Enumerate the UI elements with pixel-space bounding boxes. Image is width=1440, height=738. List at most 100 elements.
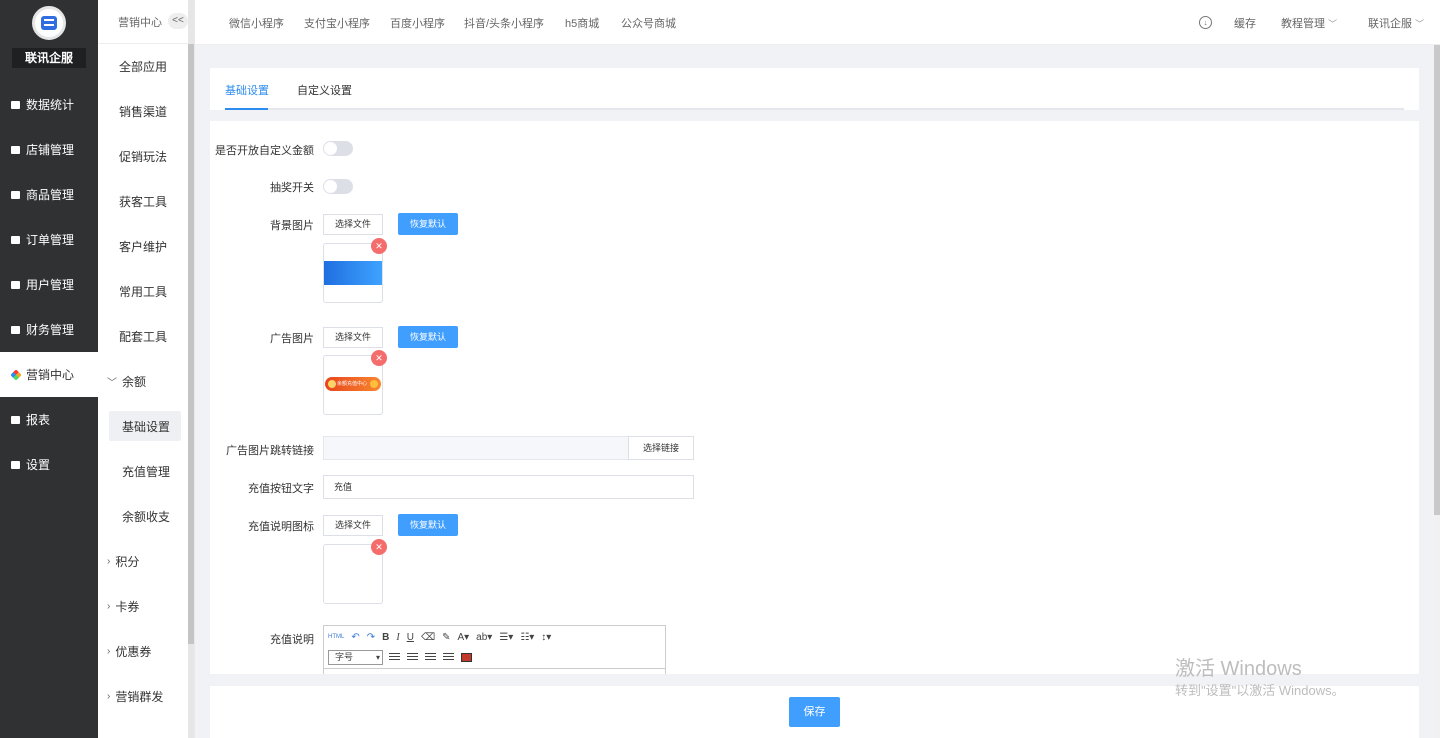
sidebar-item-label: 用户管理 (26, 278, 75, 292)
choose-link-button[interactable]: 选择链接 (628, 436, 694, 460)
unordered-list-icon[interactable]: ☷▾ (520, 632, 534, 643)
editor-divider (324, 668, 665, 669)
submenu-group-1[interactable]: › 卡券 (98, 584, 194, 629)
settings-tabs: 基础设置 自定义设置 (210, 68, 1419, 110)
sidebar-item-label: 财务管理 (26, 323, 75, 337)
lottery-switch[interactable] (323, 179, 353, 194)
font-color-icon[interactable]: A▾ (457, 632, 469, 643)
cache-button[interactable]: 缓存 (1234, 15, 1256, 31)
submenu-item-6[interactable]: 配套工具 (98, 314, 194, 359)
sidebar-item-2[interactable]: 商品管理 (0, 172, 98, 217)
ad-remove-icon[interactable]: ✕ (371, 350, 387, 366)
line-height-icon[interactable]: ↕▾ (541, 632, 551, 643)
logo-icon[interactable] (32, 6, 66, 40)
icon-choose-file-button[interactable]: 选择文件 (323, 515, 383, 536)
tab-h5-mall[interactable]: h5商城 (565, 15, 599, 31)
image-icon[interactable] (461, 652, 472, 662)
ad-link-input[interactable] (323, 436, 629, 460)
account-menu[interactable]: 联讯企服 ﹀ (1368, 15, 1424, 31)
chevron-down-icon: ﹀ (107, 378, 117, 389)
align-right-icon[interactable] (425, 652, 436, 662)
save-button[interactable]: 保存 (789, 697, 840, 727)
sidebar-item-4[interactable]: 用户管理 (0, 262, 98, 307)
recharge-icon-label: 充值说明图标 (248, 521, 314, 533)
recharge-button-text-input[interactable]: 充值 (323, 475, 694, 499)
sidebar-item-7[interactable]: 报表 (0, 397, 98, 442)
align-left-icon[interactable] (389, 652, 400, 662)
ad-restore-default-button[interactable]: 恢复默认 (398, 326, 458, 348)
icon-remove-icon[interactable]: ✕ (371, 539, 387, 555)
main-scrollbar[interactable] (1434, 45, 1440, 738)
eraser-icon[interactable]: ⌫ (421, 632, 435, 643)
bg-restore-default-button[interactable]: 恢复默认 (398, 213, 458, 235)
tutorial-menu[interactable]: 教程管理 ﹀ (1281, 15, 1337, 31)
submenu-child-2[interactable]: 余额收支 (98, 494, 194, 539)
align-justify-icon[interactable] (443, 652, 454, 662)
collapse-button[interactable]: << (168, 13, 188, 29)
rich-text-editor[interactable]: HTML ↶ ↷ B I U ⌫ ✎ A▾ ab▾ ☰▾ ☷▾ ↕▾ 字号 (323, 625, 666, 674)
italic-icon[interactable]: I (396, 632, 399, 643)
html-source-icon[interactable]: HTML (328, 634, 344, 640)
chevron-right-icon: › (107, 646, 111, 657)
submenu-group-3[interactable]: › 营销群发 (98, 674, 194, 719)
chevron-right-icon: › (107, 691, 111, 702)
tab-wechat-miniapp[interactable]: 微信小程序 (229, 15, 284, 31)
settings-icon (10, 459, 21, 470)
ordered-list-icon[interactable]: ☰▾ (499, 632, 513, 643)
submenu-item-2[interactable]: 促销玩法 (98, 134, 194, 179)
top-bar: 微信小程序 支付宝小程序 百度小程序 抖音/头条小程序 h5商城 公众号商城 ↓… (195, 0, 1440, 45)
submenu-item-4[interactable]: 客户维护 (98, 224, 194, 269)
tab-douyin-miniapp[interactable]: 抖音/头条小程序 (464, 15, 544, 31)
submenu-group-2[interactable]: › 优惠券 (98, 629, 194, 674)
ad-choose-file-button[interactable]: 选择文件 (323, 327, 383, 348)
submenu-child-0[interactable]: 基础设置 (109, 411, 181, 441)
editor-toolbar-row-2: 字号 (324, 647, 479, 667)
submenu-group-balance[interactable]: ﹀ 余额 (98, 359, 194, 404)
activation-watermark-subtitle: 转到"设置"以激活 Windows。 (1175, 683, 1345, 698)
sidebar-item-0[interactable]: 数据统计 (0, 82, 98, 127)
chart-icon (10, 99, 21, 110)
sidebar-item-3[interactable]: 订单管理 (0, 217, 98, 262)
tab-custom-settings[interactable]: 自定义设置 (297, 82, 352, 98)
tab-basic-settings[interactable]: 基础设置 (225, 82, 269, 98)
underline-icon[interactable]: U (407, 632, 414, 643)
chevron-right-icon: › (107, 556, 111, 567)
tab-active-indicator (225, 108, 268, 110)
download-icon[interactable]: ↓ (1199, 16, 1212, 29)
ad-image: 余额充值中心 (325, 377, 381, 391)
sidebar-item-5[interactable]: 财务管理 (0, 307, 98, 352)
submenu-group-0[interactable]: › 积分 (98, 539, 194, 584)
highlight-icon[interactable]: ab▾ (476, 632, 492, 643)
bold-icon[interactable]: B (382, 632, 389, 643)
submenu-group-label: 积分 (115, 555, 140, 569)
bg-remove-icon[interactable]: ✕ (371, 238, 387, 254)
tab-official-account-mall[interactable]: 公众号商城 (621, 15, 676, 31)
sidebar-item-6[interactable]: 营销中心 (0, 352, 98, 397)
redo-icon[interactable]: ↷ (367, 632, 375, 643)
submenu-child-1[interactable]: 充值管理 (98, 449, 194, 494)
sidebar-item-8[interactable]: 设置 (0, 442, 98, 487)
logo-area: 联讯企服 (0, 0, 98, 82)
sidebar-item-1[interactable]: 店铺管理 (0, 127, 98, 172)
custom-amount-switch[interactable] (323, 141, 353, 156)
chevron-down-icon: ﹀ (1415, 19, 1425, 29)
bg-choose-file-button[interactable]: 选择文件 (323, 214, 383, 235)
marketing-icon (9, 368, 22, 381)
sidebar-item-label: 设置 (26, 458, 51, 472)
submenu-item-5[interactable]: 常用工具 (98, 269, 194, 314)
submenu-item-0[interactable]: 全部应用 (98, 44, 194, 89)
activation-watermark-title: 激活 Windows (1175, 658, 1302, 680)
submenu-item-3[interactable]: 获客工具 (98, 179, 194, 224)
tab-alipay-miniapp[interactable]: 支付宝小程序 (304, 15, 370, 31)
align-center-icon[interactable] (407, 652, 418, 662)
goods-icon (10, 189, 21, 200)
store-icon (10, 144, 21, 155)
brush-icon[interactable]: ✎ (442, 632, 450, 643)
submenu-item-1[interactable]: 销售渠道 (98, 89, 194, 134)
icon-restore-default-button[interactable]: 恢复默认 (398, 514, 458, 536)
sidebar-item-label: 营销中心 (26, 368, 75, 382)
undo-icon[interactable]: ↶ (351, 632, 359, 643)
font-size-select[interactable]: 字号 (328, 649, 383, 665)
tab-baidu-miniapp[interactable]: 百度小程序 (390, 15, 445, 31)
submenu-scrollbar[interactable] (188, 0, 194, 738)
